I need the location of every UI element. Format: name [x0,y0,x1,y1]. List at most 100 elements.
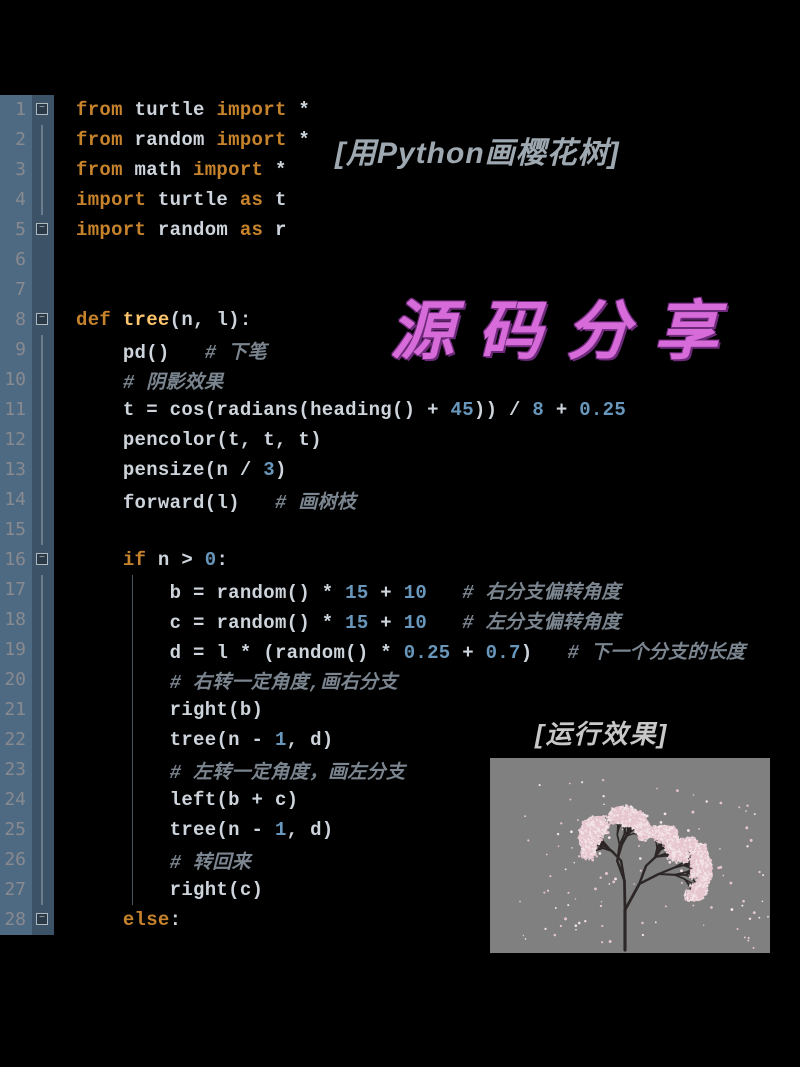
code-text: right(b) [54,699,263,721]
line-number: 1 [0,95,32,125]
code-line: 19 d = l * (random() * 0.25 + 0.7) # 下一个… [0,635,800,665]
line-number: 14 [0,485,32,515]
code-line: 17 b = random() * 15 + 10 # 右分支偏转角度 [0,575,800,605]
code-text: forward(l) # 画树枝 [54,487,356,514]
line-number: 7 [0,275,32,305]
fold-toggle-icon[interactable]: − [36,913,48,925]
code-text: tree(n - 1, d) [54,729,333,751]
code-line: 21 right(b) [0,695,800,725]
fold-gutter [32,335,54,365]
code-text: from math import * [54,159,287,181]
fold-gutter [32,695,54,725]
line-number: 8 [0,305,32,335]
fold-gutter: − [32,905,54,935]
fold-gutter [32,875,54,905]
code-text: pd() # 下笔 [54,337,267,364]
fold-gutter [32,755,54,785]
line-number: 17 [0,575,32,605]
fold-gutter: − [32,95,54,125]
fold-gutter [32,635,54,665]
code-text: b = random() * 15 + 10 # 右分支偏转角度 [54,577,621,604]
code-line: 13 pensize(n / 3) [0,455,800,485]
main-headline: 源码分享 [390,280,742,372]
fold-toggle-icon[interactable]: − [36,313,48,325]
code-text: # 右转一定角度,画右分支 [54,667,398,694]
title-caption: [用Python画樱花树] [335,128,620,172]
fold-gutter [32,605,54,635]
code-text: import random as r [54,219,287,241]
code-line: 22 tree(n - 1, d) [0,725,800,755]
fold-gutter [32,785,54,815]
code-text: # 转回来 [54,847,251,874]
fold-gutter: − [32,305,54,335]
code-line: 4 import turtle as t [0,185,800,215]
line-number: 2 [0,125,32,155]
fold-gutter [32,575,54,605]
fold-gutter [32,245,54,275]
line-number: 25 [0,815,32,845]
fold-gutter [32,395,54,425]
fold-toggle-icon[interactable]: − [36,553,48,565]
fold-gutter [32,425,54,455]
line-number: 12 [0,425,32,455]
fold-gutter [32,455,54,485]
line-number: 19 [0,635,32,665]
code-text: # 左转一定角度，画左分支 [54,757,405,784]
fold-gutter [32,845,54,875]
code-text: left(b + c) [54,789,298,811]
fold-gutter: − [32,215,54,245]
line-number: 10 [0,365,32,395]
code-text: pencolor(t, t, t) [54,429,322,451]
fold-gutter [32,155,54,185]
code-text: tree(n - 1, d) [54,819,333,841]
code-text: if n > 0: [54,549,228,571]
output-preview-image [490,758,770,953]
code-line: 6 [0,245,800,275]
code-line: 11 t = cos(radians(heading() + 45)) / 8 … [0,395,800,425]
line-number: 4 [0,185,32,215]
fold-gutter [32,485,54,515]
line-number: 28 [0,905,32,935]
line-number: 11 [0,395,32,425]
line-number: 15 [0,515,32,545]
fold-gutter [32,125,54,155]
code-line: 18 c = random() * 15 + 10 # 左分支偏转角度 [0,605,800,635]
fold-gutter [32,185,54,215]
fold-gutter: − [32,545,54,575]
code-text: pensize(n / 3) [54,459,287,481]
fold-toggle-icon[interactable]: − [36,223,48,235]
line-number: 24 [0,785,32,815]
code-text: from random import * [54,129,310,151]
line-number: 27 [0,875,32,905]
code-line: 1−from turtle import * [0,95,800,125]
line-number: 5 [0,215,32,245]
fold-gutter [32,515,54,545]
line-number: 16 [0,545,32,575]
line-number: 23 [0,755,32,785]
code-text: c = random() * 15 + 10 # 左分支偏转角度 [54,607,621,634]
code-line: 16− if n > 0: [0,545,800,575]
run-result-caption: [运行效果] [535,714,668,751]
code-text: right(c) [54,879,263,901]
line-number: 20 [0,665,32,695]
code-line: 15 [0,515,800,545]
line-number: 13 [0,455,32,485]
code-line: 5−import random as r [0,215,800,245]
line-number: 6 [0,245,32,275]
code-line: 14 forward(l) # 画树枝 [0,485,800,515]
fold-gutter [32,665,54,695]
fold-gutter [32,815,54,845]
code-line: 20 # 右转一定角度,画右分支 [0,665,800,695]
code-text: else: [54,909,181,931]
line-number: 26 [0,845,32,875]
code-text: # 阴影效果 [54,367,223,394]
fold-toggle-icon[interactable]: − [36,103,48,115]
code-text: t = cos(radians(heading() + 45)) / 8 + 0… [54,399,626,421]
fold-gutter [32,365,54,395]
fold-gutter [32,725,54,755]
code-text: def tree(n, l): [54,309,252,331]
line-number: 3 [0,155,32,185]
line-number: 9 [0,335,32,365]
code-text: import turtle as t [54,189,287,211]
line-number: 18 [0,605,32,635]
